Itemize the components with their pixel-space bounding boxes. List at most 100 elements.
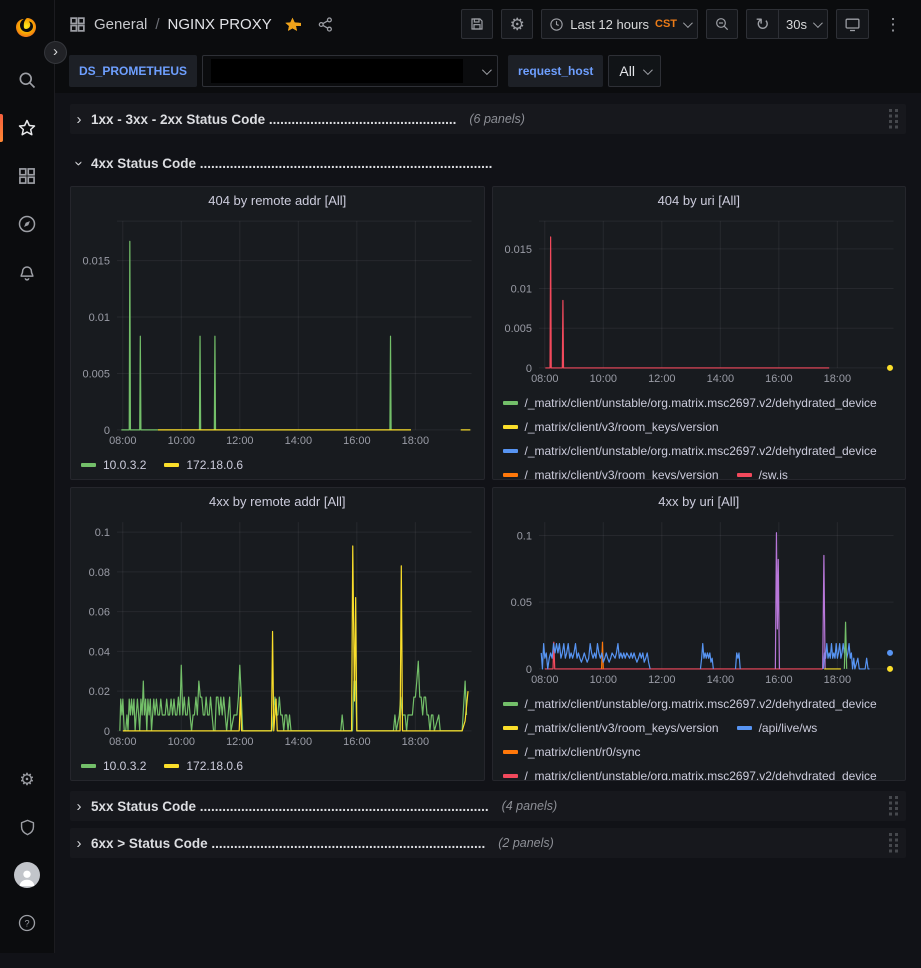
legend-item[interactable]: 172.18.0.6 xyxy=(164,458,243,472)
svg-text:10:00: 10:00 xyxy=(168,435,195,447)
row-5xx[interactable]: › 5xx Status Code ......................… xyxy=(70,791,906,821)
row-1xx-3xx-2xx[interactable]: › 1xx - 3xx - 2xx Status Code ..........… xyxy=(70,104,906,134)
sidebar-item-dashboards[interactable] xyxy=(0,152,55,200)
grafana-flame-icon xyxy=(15,16,39,40)
legend-label: /_matrix/client/v3/room_keys/version xyxy=(525,721,719,735)
legend-item[interactable]: /_matrix/client/v3/room_keys/version xyxy=(503,468,719,479)
request-host-selected: All xyxy=(619,63,635,79)
dashboard-title[interactable]: NGINX PROXY xyxy=(168,16,272,33)
svg-text:18:00: 18:00 xyxy=(823,674,850,686)
zoom-out-icon xyxy=(714,16,730,32)
favorite-star-icon[interactable] xyxy=(284,16,301,33)
svg-text:0.05: 0.05 xyxy=(510,597,531,609)
time-series-chart[interactable]: 08:0010:0012:0014:0016:0018:0000.0050.01… xyxy=(71,213,484,451)
panel-legend: 10.0.3.2 172.18.0.6 xyxy=(71,752,484,780)
series-line xyxy=(544,642,822,669)
save-icon xyxy=(469,16,485,32)
gear-icon: ⚙ xyxy=(510,16,525,33)
sidebar-item-search[interactable] xyxy=(0,56,55,104)
dashboard-settings-button[interactable]: ⚙ xyxy=(501,9,533,39)
legend-swatch xyxy=(164,463,179,467)
svg-text:16:00: 16:00 xyxy=(343,435,370,447)
legend-swatch xyxy=(81,764,96,768)
breadcrumb-folder[interactable]: General xyxy=(94,16,147,33)
legend-item[interactable]: /_matrix/client/v3/room_keys/version xyxy=(503,420,719,434)
sidebar-item-explore[interactable] xyxy=(0,200,55,248)
share-icon[interactable] xyxy=(317,16,334,33)
legend-row: /_matrix/client/unstable/org.matrix.msc2… xyxy=(503,692,896,716)
variable-request-host-label[interactable]: request_host xyxy=(508,55,603,87)
svg-text:08:00: 08:00 xyxy=(109,435,136,447)
legend-item[interactable]: /_matrix/client/unstable/org.matrix.msc2… xyxy=(503,769,877,780)
chart-svg: 08:0010:0012:0014:0016:0018:0000.050.1 xyxy=(493,514,906,690)
legend-item[interactable]: 10.0.3.2 xyxy=(81,458,146,472)
legend-item[interactable]: /_matrix/client/r0/sync xyxy=(503,745,641,759)
svg-text:0: 0 xyxy=(104,425,110,437)
more-options-button[interactable]: ⋮ xyxy=(877,9,909,39)
sidebar-item-help[interactable]: ? xyxy=(0,899,55,947)
tv-mode-button[interactable] xyxy=(836,9,869,39)
legend-item[interactable]: /_matrix/client/unstable/org.matrix.msc2… xyxy=(503,396,877,410)
sidebar-item-server-admin[interactable] xyxy=(0,803,55,851)
row-drag-handle[interactable] xyxy=(888,108,900,130)
legend-item[interactable]: /_matrix/client/v3/room_keys/version xyxy=(503,721,719,735)
panel-grid-4xx: 404 by remote addr [All]08:0010:0012:001… xyxy=(70,186,906,781)
row-title: 6xx > Status Code ......................… xyxy=(91,836,485,851)
series-line xyxy=(541,644,650,669)
legend-swatch xyxy=(503,401,518,405)
variable-datasource-select[interactable] xyxy=(202,55,498,87)
bell-icon xyxy=(17,262,37,282)
apps-grid-icon[interactable] xyxy=(69,16,86,33)
panel-title[interactable]: 404 by remote addr [All] xyxy=(71,187,484,213)
variable-datasource-label[interactable]: DS_PROMETHEUS xyxy=(69,55,197,87)
person-icon xyxy=(16,866,38,888)
legend-item[interactable]: /_matrix/client/unstable/org.matrix.msc2… xyxy=(503,697,877,711)
sidebar-item-configuration[interactable]: ⚙ xyxy=(0,755,55,803)
refresh-button[interactable]: ↻ xyxy=(746,9,778,39)
refresh-interval-label: 30s xyxy=(786,17,807,32)
time-series-chart[interactable]: 08:0010:0012:0014:0016:0018:0000.050.1 xyxy=(493,514,906,690)
dashboards-grid-icon xyxy=(17,166,37,186)
row-drag-handle[interactable] xyxy=(888,795,900,817)
legend-item[interactable]: 10.0.3.2 xyxy=(81,759,146,773)
time-range-picker[interactable]: Last 12 hours CST xyxy=(541,9,698,39)
panel-4xx-by-uri-all: 4xx by uri [All]08:0010:0012:0014:0016:0… xyxy=(492,487,907,781)
zoom-out-button[interactable] xyxy=(706,9,738,39)
svg-text:0: 0 xyxy=(525,664,531,676)
svg-text:12:00: 12:00 xyxy=(226,736,253,748)
time-series-chart[interactable]: 08:0010:0012:0014:0016:0018:0000.020.040… xyxy=(71,514,484,752)
legend-item[interactable]: 172.18.0.6 xyxy=(164,759,243,773)
row-drag-handle[interactable] xyxy=(888,832,900,854)
legend-item[interactable]: /sw.js xyxy=(737,468,788,479)
legend-item[interactable]: /_matrix/client/unstable/org.matrix.msc2… xyxy=(503,444,877,458)
legend-swatch xyxy=(503,750,518,754)
svg-text:16:00: 16:00 xyxy=(765,674,792,686)
series-point xyxy=(887,666,893,672)
svg-text:08:00: 08:00 xyxy=(531,373,558,385)
legend-item[interactable]: /api/live/ws xyxy=(737,721,818,735)
refresh-interval-picker[interactable]: 30s xyxy=(778,9,828,39)
panel-title[interactable]: 4xx by uri [All] xyxy=(493,488,906,514)
svg-text:0.015: 0.015 xyxy=(504,244,531,256)
legend-row: 10.0.3.2 172.18.0.6 xyxy=(81,754,474,778)
help-circle-icon: ? xyxy=(17,913,37,933)
panel-title[interactable]: 404 by uri [All] xyxy=(493,187,906,213)
legend-swatch xyxy=(737,473,752,477)
svg-text:18:00: 18:00 xyxy=(402,736,429,748)
time-series-chart[interactable]: 08:0010:0012:0014:0016:0018:0000.0050.01… xyxy=(493,213,906,389)
sidebar-item-profile[interactable] xyxy=(0,851,55,899)
legend-row: /_matrix/client/r0/sync xyxy=(503,740,896,764)
row-4xx[interactable]: › 4xx Status Code ......................… xyxy=(70,148,906,178)
variable-request-host-value[interactable]: All xyxy=(608,55,661,87)
breadcrumb-separator: / xyxy=(155,16,159,33)
panel-title[interactable]: 4xx by remote addr [All] xyxy=(71,488,484,514)
svg-text:0.04: 0.04 xyxy=(89,646,110,658)
row-6xx[interactable]: › 6xx > Status Code ....................… xyxy=(70,828,906,858)
svg-text:14:00: 14:00 xyxy=(285,435,312,447)
save-dashboard-button[interactable] xyxy=(461,9,493,39)
legend-swatch xyxy=(737,726,752,730)
sidebar-expand-button[interactable]: › xyxy=(44,41,67,64)
sidebar-item-alerting[interactable] xyxy=(0,248,55,296)
svg-text:0.005: 0.005 xyxy=(504,323,531,335)
sidebar-item-starred[interactable] xyxy=(0,104,55,152)
